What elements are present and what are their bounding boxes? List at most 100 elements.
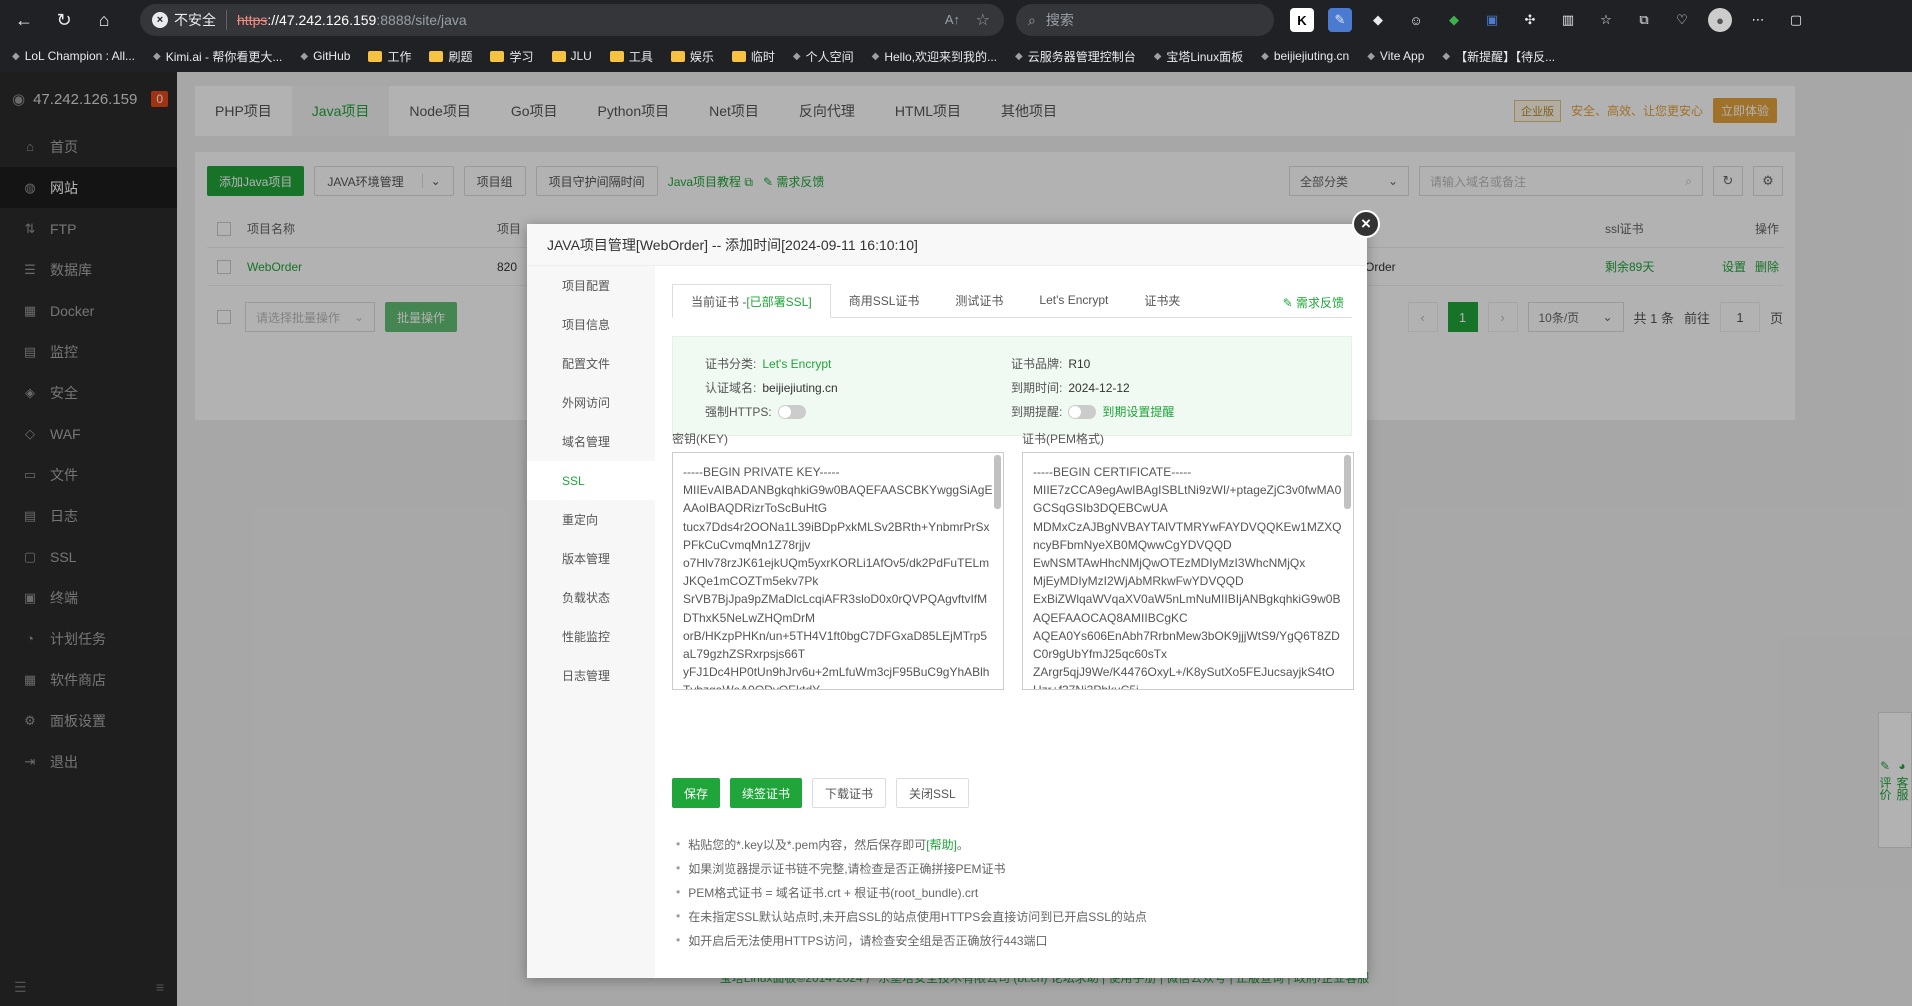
modal-nav-item[interactable]: 项目配置 (527, 266, 655, 305)
sidebar-toggle-icon[interactable]: ▢ (1784, 8, 1808, 32)
aliyun-icon: ◆ (1015, 50, 1023, 62)
bookmark-item[interactable]: ◆ GitHub (294, 49, 356, 63)
url-scheme: https (237, 12, 268, 28)
cert-scrollbar[interactable] (1344, 455, 1351, 509)
certificate-textarea[interactable]: -----BEGIN CERTIFICATE----- MIIE7zCCA9eg… (1022, 452, 1354, 690)
force-https-toggle[interactable] (777, 404, 806, 419)
expire-remind-toggle[interactable] (1068, 404, 1097, 419)
modal-nav-item[interactable]: 配置文件 (527, 344, 655, 383)
tab-current-label: 当前证书 - (691, 294, 747, 309)
key-scrollbar[interactable] (994, 455, 1001, 509)
save-button[interactable]: 保存 (672, 778, 721, 808)
tip-item: 粘贴您的*.key以及*.pem内容，然后保存即可[帮助]。 (676, 832, 1147, 856)
bookmark-item[interactable]: JLU (546, 49, 598, 63)
tab-commercial-ssl[interactable]: 商用SSL证书 (831, 283, 938, 317)
expire-remind-label: 到期提醒: (1011, 405, 1063, 419)
tab-test-cert[interactable]: 测试证书 (937, 283, 1021, 317)
bookmark-label: 云服务器管理控制台 (1027, 49, 1136, 64)
profile-avatar[interactable]: ● (1708, 8, 1732, 32)
favorites-icon[interactable]: ☆ (1594, 8, 1618, 32)
bookmark-item[interactable]: ◆ LoL Champion : All... (6, 49, 141, 63)
modal-nav-item[interactable]: 外网访问 (527, 383, 655, 422)
private-key-textarea[interactable]: -----BEGIN PRIVATE KEY----- MIIEvAIBADAN… (672, 452, 1004, 690)
bookmark-item[interactable]: ◆ 个人空间 (787, 48, 860, 65)
bookmark-label: 工作 (387, 49, 412, 64)
bookmark-label: Kimi.ai - 帮你看更大... (165, 49, 283, 64)
more-menu-icon[interactable]: ⋯ (1746, 8, 1770, 32)
expire-remind-link[interactable]: 到期设置提醒 (1102, 403, 1174, 420)
close-icon[interactable]: × (1352, 210, 1380, 238)
extension-doc-icon[interactable]: ▣ (1480, 8, 1504, 32)
bookmark-item[interactable]: ◆ 宝塔Linux面板 (1148, 48, 1249, 65)
tip-text: 在未指定SSL默认站点时,未开启SSL的站点使用HTTPS会直接访问到已开启SS… (688, 909, 1147, 924)
bookmark-item[interactable]: ◆ 【新提醒】【待反... (1436, 48, 1561, 65)
home-icon[interactable]: ⌂ (88, 4, 120, 36)
ssl-panel: 当前证书 - [已部署SSL] 商用SSL证书 测试证书 Let's Encryp… (672, 283, 1354, 948)
cert-label: 证书(PEM格式) (1022, 432, 1104, 446)
download-cert-button[interactable]: 下载证书 (812, 778, 887, 808)
search-placeholder: 搜索 (1045, 12, 1074, 28)
back-icon[interactable]: ← (8, 4, 40, 36)
reload-icon[interactable]: ↻ (48, 4, 80, 36)
folder-icon (609, 50, 624, 62)
bookmark-label: 娱乐 (689, 49, 714, 64)
tip-text: 如果浏览器提示证书链不完整,请检查是否正确拼接PEM证书 (688, 861, 1006, 876)
bookmark-item[interactable]: ◆ Vite App (1361, 49, 1430, 63)
bookmark-item[interactable]: 学习 (484, 48, 539, 65)
java-project-modal: JAVA项目管理[WebOrder] -- 添加时间[2024-09-11 16… (527, 224, 1367, 978)
extension-shield-icon[interactable]: ◆ (1366, 8, 1390, 32)
tab-current-cert[interactable]: 当前证书 - [已部署SSL] (672, 284, 831, 318)
bookmark-label: Hello,欢迎来到我的... (884, 49, 997, 64)
modal-nav-item[interactable]: 日志管理 (527, 656, 655, 695)
cert-category-value: Let's Encrypt (762, 356, 832, 371)
ssl-feedback-label: 需求反馈 (1295, 296, 1344, 310)
modal-nav-item[interactable]: 性能监控 (527, 617, 655, 656)
tab-lets-encrypt[interactable]: Let's Encrypt (1021, 283, 1126, 317)
modal-nav-item[interactable]: 负载状态 (527, 578, 655, 617)
modal-nav: 项目配置 项目信息 配置文件 外网访问 域名管理 SSL 重定向 版本管理 负载状态 性能监控 日志… (527, 266, 655, 978)
extension-k-icon[interactable]: K (1290, 8, 1314, 32)
tip-end: 。 (956, 837, 969, 852)
bookmark-item[interactable]: 工作 (362, 48, 417, 65)
bookmark-item[interactable]: ◆ 云服务器管理控制台 (1009, 48, 1142, 65)
bt-icon: ◆ (1442, 50, 1451, 62)
bookmark-item[interactable]: 工具 (604, 48, 659, 65)
modal-nav-item[interactable]: 项目信息 (527, 305, 655, 344)
modal-nav-item[interactable]: 域名管理 (527, 422, 655, 461)
favorite-star-icon[interactable]: ☆ (976, 10, 990, 30)
bookmark-item[interactable]: ◆ beijiejiuting.cn (1255, 49, 1355, 63)
bookmark-item[interactable]: 临时 (726, 48, 781, 65)
bookmark-label: GitHub (313, 49, 351, 63)
bookmark-item[interactable]: ◆ Hello,欢迎来到我的... (866, 48, 1003, 65)
modal-nav-item[interactable]: 重定向 (527, 500, 655, 539)
renew-cert-button[interactable]: 续签证书 (730, 778, 803, 808)
folder-icon (731, 50, 746, 62)
bookmark-item[interactable]: 娱乐 (665, 48, 720, 65)
address-bar[interactable]: × 不安全 https ://47.242.126.159 :8888/site… (140, 4, 1004, 36)
browser-search-box[interactable]: ⌕ 搜索 (1016, 4, 1274, 36)
collections-icon[interactable]: ⧉ (1632, 8, 1656, 32)
tab-cert-folder[interactable]: 证书夹 (1126, 283, 1198, 317)
help-link[interactable]: [帮助] (926, 836, 957, 853)
security-indicator[interactable]: × 不安全 (152, 10, 227, 30)
feedback-icon: ✎ (1282, 296, 1293, 310)
read-aloud-icon[interactable]: A↑ (945, 12, 960, 27)
extension-face-icon[interactable]: ☺ (1404, 8, 1428, 32)
performance-icon[interactable]: ♡ (1670, 8, 1694, 32)
bookmark-label: 【新提醒】【待反... (1455, 49, 1556, 64)
split-screen-icon[interactable]: ▥ (1556, 8, 1580, 32)
close-ssl-button[interactable]: 关闭SSL (896, 778, 969, 808)
cert-brand: 证书品牌: R10 (1011, 355, 1090, 372)
bookmark-item[interactable]: 刷题 (423, 48, 478, 65)
bookmark-label: 宝塔Linux面板 (1166, 49, 1244, 64)
url-host: ://47.242.126.159 (267, 12, 377, 28)
modal-nav-item[interactable]: 版本管理 (527, 539, 655, 578)
extension-adblock-icon[interactable]: ◆ (1442, 8, 1466, 32)
bookmark-item[interactable]: ◆ Kimi.ai - 帮你看更大... (147, 48, 288, 65)
modal-nav-item[interactable]: SSL (527, 461, 655, 500)
cert-category: 证书分类: Let's Encrypt (705, 355, 831, 372)
folder-icon (429, 50, 444, 62)
extensions-icon[interactable]: ✣ (1518, 8, 1542, 32)
ssl-feedback-link[interactable]: ✎ 需求反馈 (1283, 294, 1344, 311)
extension-translate-icon[interactable]: ✎ (1328, 8, 1352, 32)
